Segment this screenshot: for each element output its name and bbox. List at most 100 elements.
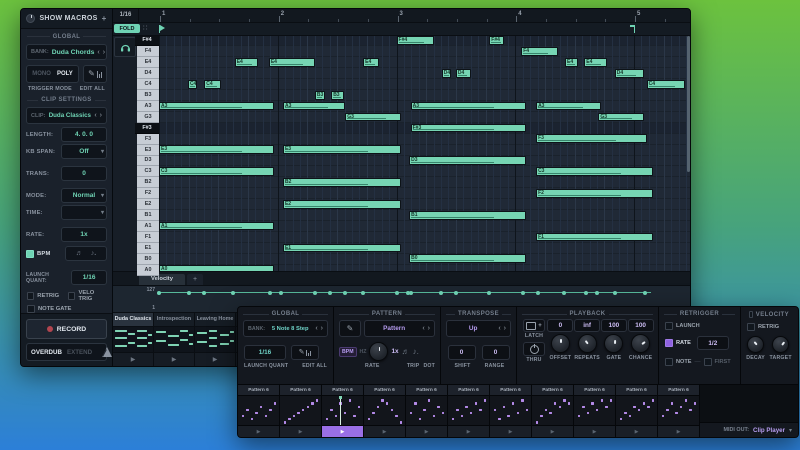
retrig-checkbox[interactable]: [27, 292, 34, 300]
offset-value[interactable]: 0: [547, 319, 573, 332]
velocity-point[interactable]: [231, 291, 235, 295]
midi-note-d4[interactable]: D4: [442, 69, 452, 78]
clip-preview[interactable]: [154, 327, 195, 352]
midi-note-a3[interactable]: A3: [159, 102, 274, 111]
bank-next-icon[interactable]: ›: [103, 49, 105, 56]
midi-note-e1[interactable]: E1: [283, 244, 401, 253]
midi-note-e4[interactable]: E4: [363, 58, 379, 67]
pattern-prev-icon[interactable]: ‹: [422, 325, 424, 332]
rate-knob[interactable]: [369, 342, 388, 361]
clip-preview[interactable]: [113, 327, 154, 352]
velocity-point[interactable]: [643, 291, 647, 295]
dotted-note-icon[interactable]: ♪.: [413, 348, 419, 356]
pattern-tile-7[interactable]: Pattern 6▶: [490, 385, 532, 437]
velocity-point[interactable]: [595, 291, 599, 295]
midi-note-d4[interactable]: D4: [456, 69, 471, 78]
clip-play-button[interactable]: ▶: [154, 353, 195, 366]
transpose-prev-icon[interactable]: ‹: [498, 325, 500, 332]
midi-note-f4[interactable]: F4: [521, 47, 558, 56]
midi-note-f2[interactable]: F2: [536, 189, 653, 198]
retrigger-first-checkbox[interactable]: [704, 358, 712, 366]
midi-note-b3[interactable]: B3: [331, 91, 344, 100]
midi-note-c3[interactable]: C3: [536, 167, 653, 176]
param-value[interactable]: ▾: [61, 205, 107, 220]
note-division-buttons[interactable]: ♬ ♪.: [65, 246, 107, 261]
key-label-f2[interactable]: F2: [137, 188, 159, 199]
key-label-f#3[interactable]: F#3: [135, 123, 159, 134]
velocity-point[interactable]: [187, 291, 191, 295]
pw-edit-all-button[interactable]: ✎: [291, 345, 319, 360]
key-label-b3[interactable]: B3: [137, 90, 159, 101]
add-lane-button[interactable]: +: [187, 274, 203, 285]
velocity-point[interactable]: [268, 291, 272, 295]
launch-quant-value[interactable]: 1/16: [71, 270, 107, 285]
midi-note-d4[interactable]: D4: [615, 69, 644, 78]
retrigger-rate-value[interactable]: 1/2: [697, 336, 729, 350]
velocity-enable-checkbox[interactable]: [749, 311, 753, 318]
pattern-edit-button[interactable]: ✎: [339, 320, 361, 337]
clip-next-icon[interactable]: ›: [100, 112, 102, 119]
midi-note-e4[interactable]: E4: [269, 58, 315, 67]
velocity-retrig-checkbox[interactable]: [747, 323, 755, 331]
velocity-point[interactable]: [584, 291, 588, 295]
chance-knob[interactable]: [631, 334, 650, 353]
pattern-tile-play-button[interactable]: ▶: [280, 425, 321, 437]
add-macro-icon[interactable]: +: [102, 14, 107, 23]
snap-setting[interactable]: 1/16: [113, 9, 139, 22]
clip-preview[interactable]: [195, 327, 236, 352]
metronome-icon[interactable]: [102, 347, 112, 357]
grid-options-icon[interactable]: ∷: [143, 25, 147, 32]
velocity-point[interactable]: [343, 291, 347, 295]
midi-note-a3[interactable]: A3: [411, 102, 526, 111]
timeline-ruler[interactable]: 12345: [139, 9, 690, 22]
overdub-toggle[interactable]: OVERDUB: [31, 349, 62, 356]
velocity-point[interactable]: [536, 291, 540, 295]
midi-note-a3[interactable]: A3: [536, 102, 601, 111]
param-value[interactable]: Off▾: [61, 144, 107, 159]
pattern-tile-6[interactable]: Pattern 6▶: [448, 385, 490, 437]
clip-play-button[interactable]: ▶: [113, 353, 154, 366]
thru-button[interactable]: [523, 342, 545, 356]
pw-bank-next-icon[interactable]: ›: [321, 325, 323, 332]
retrigger-launch-checkbox[interactable]: [665, 322, 673, 330]
pattern-tile-play-button[interactable]: ▶: [532, 425, 573, 437]
gate-knob[interactable]: [604, 334, 623, 353]
rate-sync-toggle[interactable]: BPM: [339, 347, 357, 357]
key-label-c3[interactable]: C3: [137, 166, 159, 177]
key-label-a0[interactable]: A0: [137, 265, 159, 276]
midi-note-e4[interactable]: E4: [584, 58, 606, 67]
retrigger-note-checkbox[interactable]: [665, 358, 673, 366]
shift-value[interactable]: 0: [448, 345, 476, 360]
param-value[interactable]: 4. 0. 0: [61, 127, 107, 142]
pattern-tile-play-button[interactable]: ▶: [490, 425, 531, 437]
repeats-value[interactable]: inf: [574, 319, 600, 332]
midi-note-e2[interactable]: E2: [283, 200, 401, 209]
velocity-point[interactable]: [313, 291, 317, 295]
midi-note-e3[interactable]: E3: [283, 145, 401, 154]
key-label-e1[interactable]: E1: [137, 243, 159, 254]
mono-option[interactable]: MONO: [32, 71, 51, 77]
bank-selector[interactable]: BANK: Duda Chords ‹ ›: [26, 44, 107, 61]
pattern-tile-2[interactable]: Pattern 6▶: [280, 385, 322, 437]
key-label-f1[interactable]: F1: [137, 232, 159, 243]
transpose-next-icon[interactable]: ›: [504, 325, 506, 332]
clip-tab-duda-classics[interactable]: Duda Classics: [113, 313, 154, 326]
transpose-direction-selector[interactable]: Up ‹ ›: [446, 320, 511, 337]
velocity-point[interactable]: [157, 291, 161, 295]
key-label-e4[interactable]: E4: [137, 57, 159, 68]
pattern-tile-4[interactable]: Pattern 6▶: [364, 385, 406, 437]
velo-trig-checkbox[interactable]: [68, 292, 75, 300]
param-value[interactable]: 0: [61, 166, 107, 181]
key-label-a3[interactable]: A3: [137, 101, 159, 112]
midi-note-e4[interactable]: E4: [235, 58, 259, 67]
rate-value[interactable]: 1x: [391, 348, 398, 355]
key-label-d3[interactable]: D3: [137, 156, 159, 167]
clip-tab-leaving-home[interactable]: Leaving Home: [195, 313, 236, 326]
key-label-a1[interactable]: A1: [137, 221, 159, 232]
pattern-tile-8[interactable]: Pattern 6▶: [532, 385, 574, 437]
pattern-tile-10[interactable]: Pattern 6▶: [616, 385, 658, 437]
velocity-point[interactable]: [562, 291, 566, 295]
pattern-tile-play-button[interactable]: ▶: [658, 425, 699, 437]
decay-knob[interactable]: [747, 336, 764, 353]
pattern-tile-9[interactable]: Pattern 6▶: [574, 385, 616, 437]
